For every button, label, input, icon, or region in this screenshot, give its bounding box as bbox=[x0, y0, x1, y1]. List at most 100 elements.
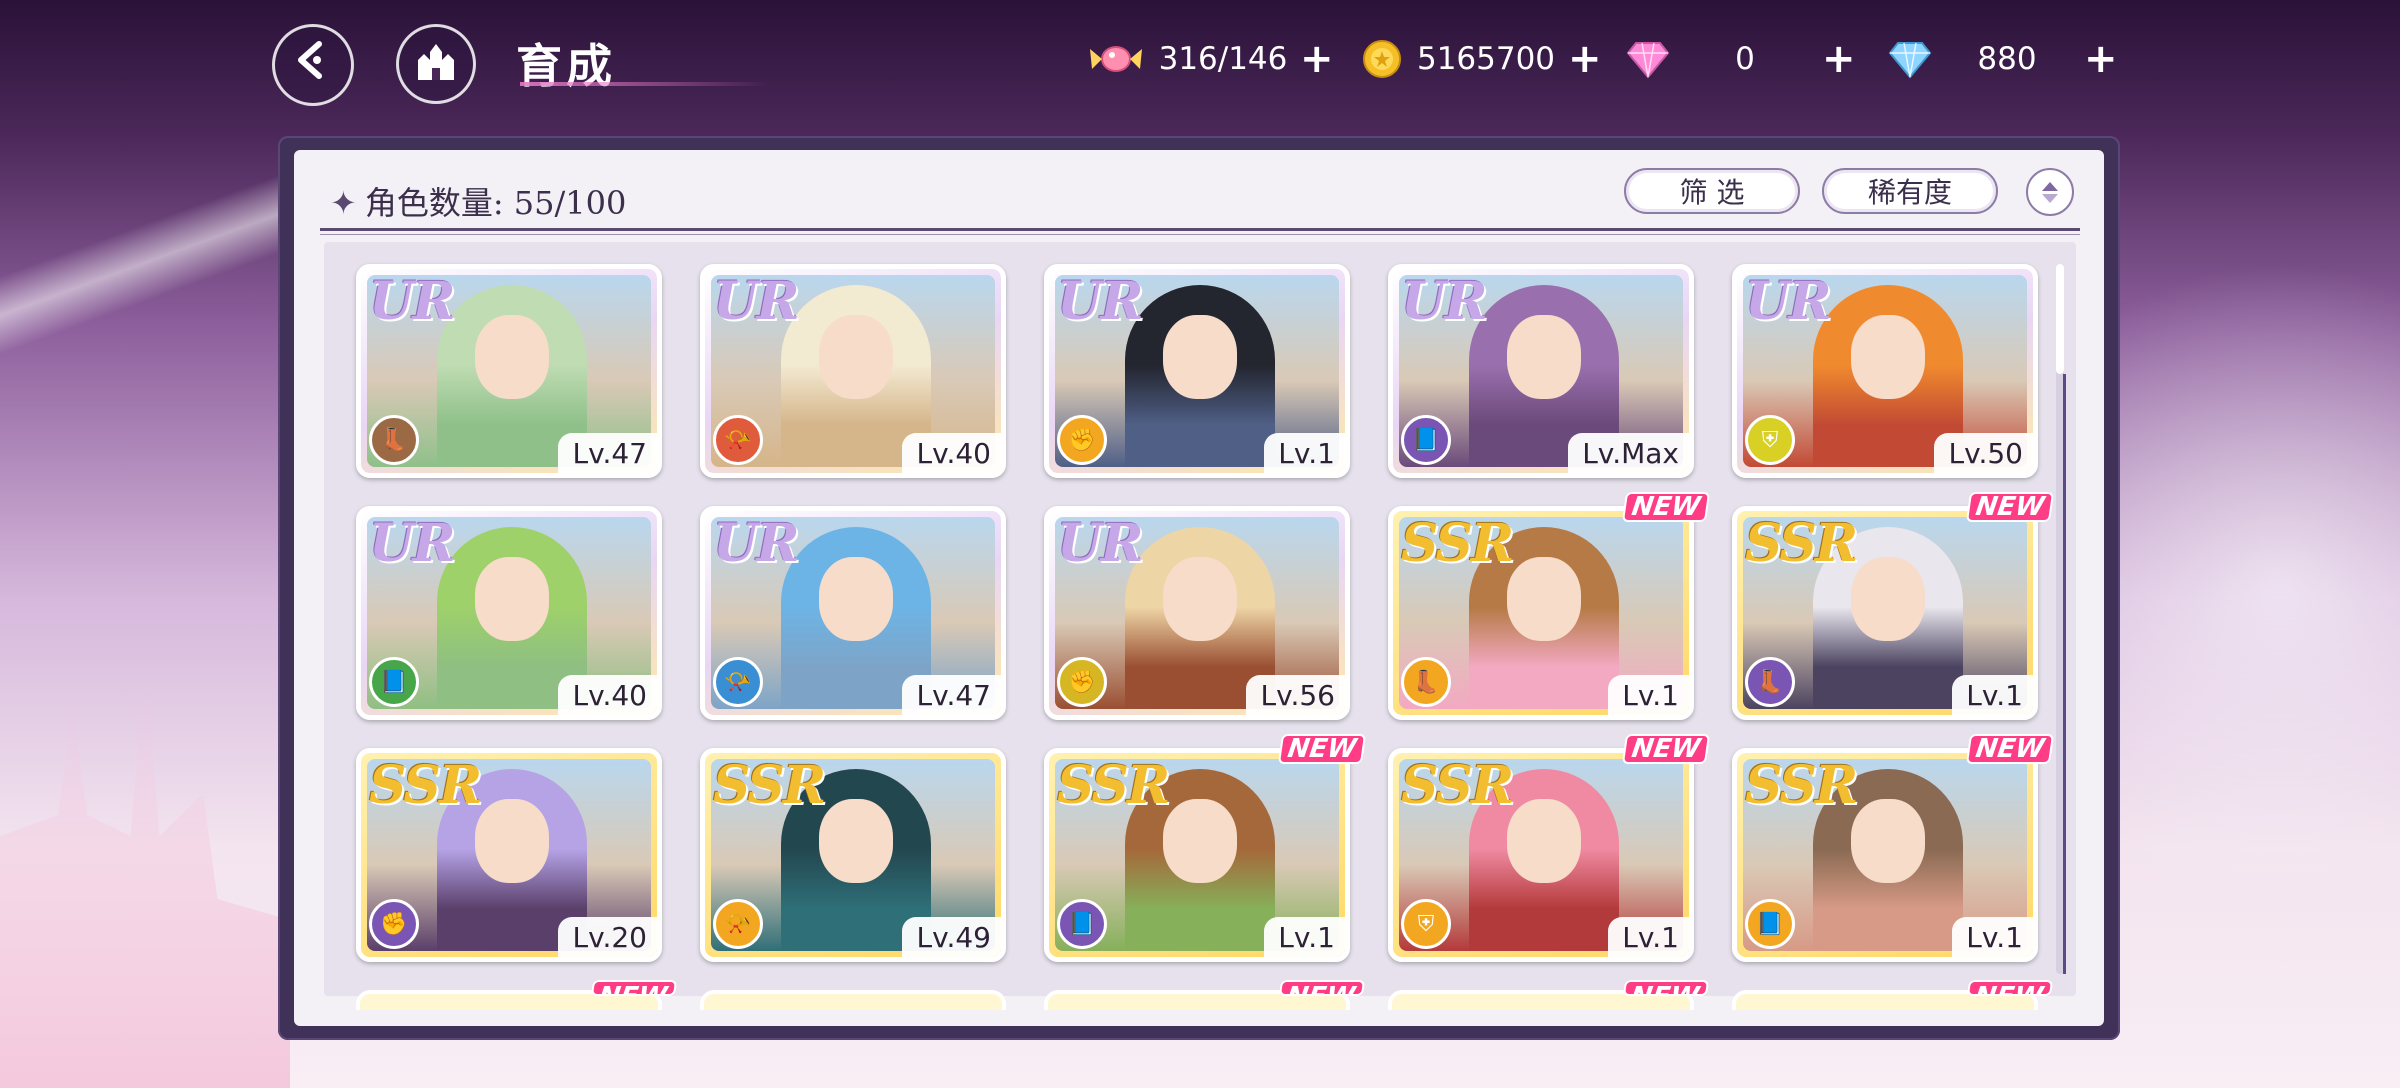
character-face bbox=[819, 315, 893, 399]
level-label: Lv.47 bbox=[902, 675, 1001, 715]
back-button[interactable] bbox=[272, 24, 354, 106]
shield-icon: ⛨ bbox=[1401, 899, 1451, 949]
level-label: Lv.1 bbox=[1264, 433, 1345, 473]
level-label: Lv.20 bbox=[558, 917, 657, 957]
sparkle-icon: ✦ bbox=[330, 184, 357, 222]
rarity-label: UR bbox=[713, 513, 800, 574]
character-card[interactable]: SSR 📯 Lv.49 bbox=[700, 748, 1006, 962]
rarity-sort-button[interactable]: 稀有度 bbox=[1822, 168, 1998, 214]
book-icon: 📘 bbox=[1401, 415, 1451, 465]
rarity-label: SSR bbox=[1057, 755, 1170, 816]
level-label: Lv.50 bbox=[1934, 433, 2033, 473]
level-label: Lv.1 bbox=[1608, 917, 1689, 957]
title-decoration bbox=[520, 82, 770, 86]
level-label: Lv.40 bbox=[558, 675, 657, 715]
character-face bbox=[1163, 557, 1237, 641]
level-label: Lv.Max bbox=[1568, 433, 1689, 473]
rarity-label: UR bbox=[369, 271, 456, 332]
rarity-label: UR bbox=[1401, 271, 1488, 332]
home-button[interactable] bbox=[396, 24, 476, 104]
pink-diamond-icon bbox=[1626, 39, 1670, 79]
new-badge: NEW bbox=[1966, 980, 2054, 996]
filter-button[interactable]: 筛 选 bbox=[1624, 168, 1800, 214]
background-glow bbox=[2100, 250, 2400, 1088]
character-face bbox=[475, 557, 549, 641]
blue-diamond-add-button[interactable]: + bbox=[2084, 39, 2118, 79]
header-divider bbox=[320, 228, 2080, 231]
book-icon: 📘 bbox=[1057, 899, 1107, 949]
character-card[interactable]: SSR ⛨ Lv.1 bbox=[1388, 748, 1694, 962]
new-badge: NEW bbox=[590, 980, 678, 996]
new-badge: NEW bbox=[1278, 980, 1366, 996]
character-card[interactable]: UR ⛨ Lv.50 bbox=[1732, 264, 2038, 478]
level-label: Lv.40 bbox=[902, 433, 1001, 473]
candy-icon bbox=[1088, 39, 1142, 79]
character-card[interactable]: SSR 👢 Lv.1 bbox=[1732, 506, 2038, 720]
rarity-label: SSR bbox=[1401, 513, 1514, 574]
book-icon: 📘 bbox=[369, 657, 419, 707]
page-title: 育成 bbox=[516, 39, 616, 93]
pink-diamond-add-button[interactable]: + bbox=[1822, 39, 1856, 79]
level-label: Lv.1 bbox=[1952, 917, 2033, 957]
candy-value: 316/146 bbox=[1158, 41, 1288, 77]
coin-value: 5165700 bbox=[1416, 41, 1556, 77]
rarity-label: UR bbox=[369, 513, 456, 574]
character-card[interactable]: SSR ✊ Lv.20 bbox=[356, 748, 662, 962]
rarity-label: UR bbox=[1057, 513, 1144, 574]
rarity-label: SSR bbox=[369, 755, 482, 816]
fist-icon: ✊ bbox=[1057, 415, 1107, 465]
new-badge: NEW bbox=[1622, 980, 1710, 996]
character-card[interactable]: UR 📘 Lv.40 bbox=[356, 506, 662, 720]
background-castle bbox=[0, 668, 290, 1088]
rarity-label: SSR bbox=[1745, 513, 1858, 574]
character-card[interactable]: UR 📯 Lv.47 bbox=[700, 506, 1006, 720]
shield-icon: ⛨ bbox=[1745, 415, 1795, 465]
character-face bbox=[1507, 799, 1581, 883]
fist-icon: ✊ bbox=[369, 899, 419, 949]
pink-diamond-value: 0 bbox=[1735, 41, 1755, 77]
fist-icon: ✊ bbox=[1057, 657, 1107, 707]
castle-icon bbox=[414, 42, 458, 86]
new-badge: NEW bbox=[1965, 492, 2055, 522]
blue-diamond-icon bbox=[1888, 39, 1932, 79]
level-label: Lv.56 bbox=[1246, 675, 1345, 715]
top-bar: 育成 316/146 + 5165700 + 0 + 880 + bbox=[0, 0, 2400, 120]
rarity-label: UR bbox=[1745, 271, 1832, 332]
character-card[interactable]: SSR 📘 Lv.1 bbox=[1732, 748, 2038, 962]
level-label: Lv.1 bbox=[1952, 675, 2033, 715]
character-face bbox=[1851, 799, 1925, 883]
new-badge: NEW bbox=[1965, 734, 2055, 764]
blue-diamond-value: 880 bbox=[1977, 41, 2037, 77]
rarity-label: UR bbox=[713, 271, 800, 332]
character-card[interactable]: SSR 👢 Lv.1 bbox=[1388, 506, 1694, 720]
candy-add-button[interactable]: + bbox=[1300, 39, 1334, 79]
resource-candy: 316/146 + bbox=[1088, 36, 1334, 82]
rarity-label: UR bbox=[1057, 271, 1144, 332]
level-label: Lv.1 bbox=[1608, 675, 1689, 715]
coin-add-button[interactable]: + bbox=[1568, 39, 1602, 79]
boot-icon: 👢 bbox=[1745, 657, 1795, 707]
character-face bbox=[1163, 799, 1237, 883]
rarity-label: SSR bbox=[1745, 755, 1858, 816]
character-card[interactable]: UR ✊ Lv.1 bbox=[1044, 264, 1350, 478]
book-icon: 📘 bbox=[1745, 899, 1795, 949]
character-count-label: 角色数量: 55/100 bbox=[364, 184, 627, 222]
scrollbar-thumb[interactable] bbox=[2056, 264, 2064, 374]
character-card[interactable]: UR 📯 Lv.40 bbox=[700, 264, 1006, 478]
sort-descending-icon bbox=[2042, 193, 2058, 203]
character-card[interactable]: UR 👢 Lv.47 bbox=[356, 264, 662, 478]
character-face bbox=[1851, 315, 1925, 399]
character-card[interactable]: UR 📘 Lv.Max bbox=[1388, 264, 1694, 478]
resource-coin: 5165700 + bbox=[1362, 36, 1602, 82]
character-face bbox=[1163, 315, 1237, 399]
character-card-partial[interactable] bbox=[700, 990, 1006, 1010]
character-card[interactable]: SSR 📘 Lv.1 bbox=[1044, 748, 1350, 962]
rarity-label: SSR bbox=[713, 755, 826, 816]
character-card[interactable]: UR ✊ Lv.56 bbox=[1044, 506, 1350, 720]
sort-order-button[interactable] bbox=[2026, 168, 2074, 216]
sort-ascending-icon bbox=[2042, 181, 2058, 191]
character-face bbox=[1851, 557, 1925, 641]
level-label: Lv.49 bbox=[902, 917, 1001, 957]
header-divider-thin bbox=[320, 234, 2080, 235]
coin-icon bbox=[1362, 39, 1402, 79]
